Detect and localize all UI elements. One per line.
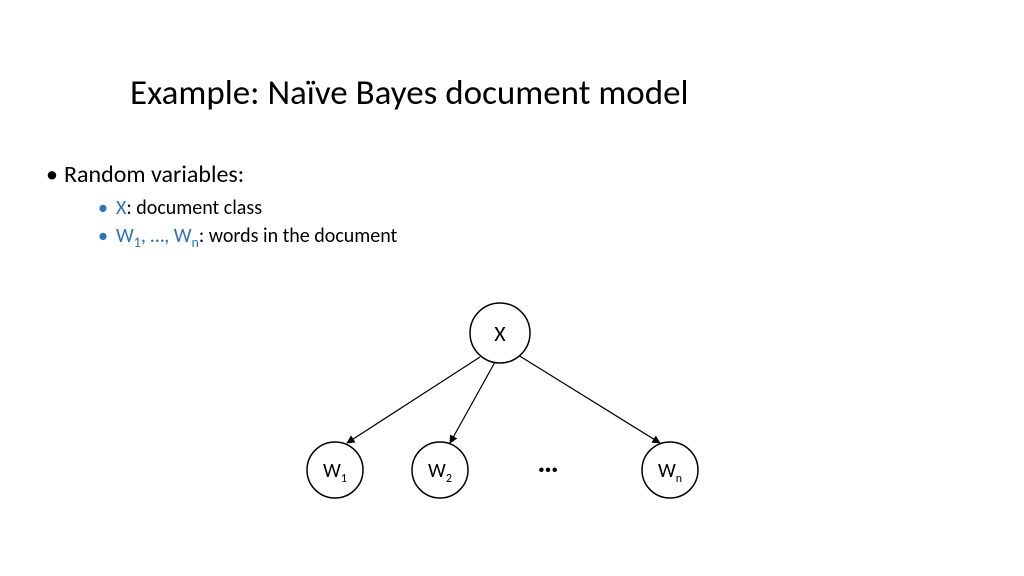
bullet-heading: Random variables: xyxy=(64,160,244,189)
edge-x-wn xyxy=(518,355,660,443)
bullet-sub-1-text: : document class xyxy=(126,196,262,220)
graph-diagram: X W1 W2 … Wn xyxy=(290,295,750,525)
slide: Example: Naïve Bayes document model Rand… xyxy=(0,0,1024,576)
bullet-sub-2-text: : words in the document xyxy=(199,224,397,248)
edge-x-w2 xyxy=(450,362,495,443)
bullet-sub-1: X: document class xyxy=(116,196,262,220)
bullet-sub-2: W1, …, Wn: words in the document xyxy=(116,224,397,251)
node-x-label: X xyxy=(494,320,506,347)
edge-x-w1 xyxy=(347,357,480,443)
slide-title: Example: Naïve Bayes document model xyxy=(130,72,689,114)
var-w-range: W1, …, Wn xyxy=(116,224,199,248)
ellipsis: … xyxy=(537,444,558,481)
var-x: X xyxy=(116,196,126,220)
